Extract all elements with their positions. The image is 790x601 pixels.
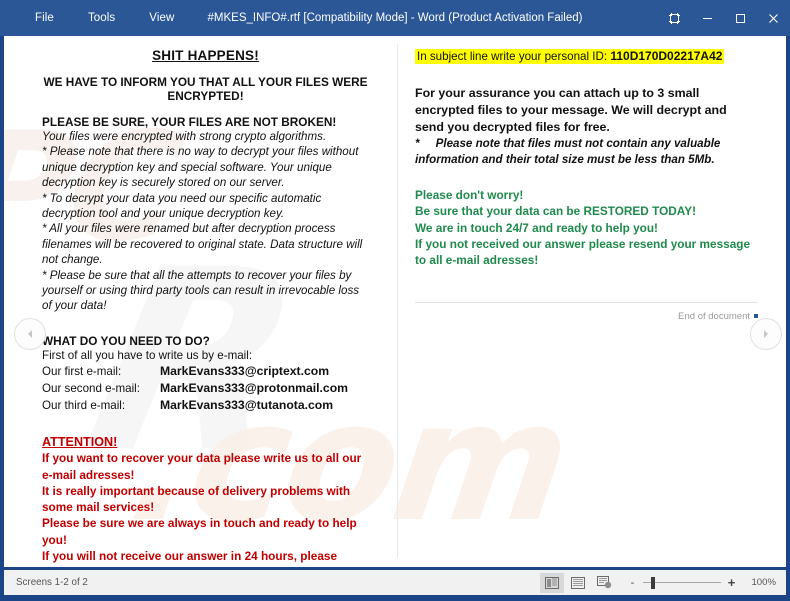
personal-id-line: In subject line write your personal ID: … (415, 48, 758, 65)
screens-indicator[interactable]: Screens 1-2 of 2 (4, 577, 88, 588)
note-text: Please note that files must not contain … (415, 137, 721, 166)
attention-line-4: If you will not receive our answer in 24… (42, 548, 338, 567)
end-of-document-square-icon (754, 314, 758, 318)
green-line-3: We are in touch 24/7 and ready to help y… (415, 220, 658, 235)
chevron-left-icon (28, 330, 32, 338)
close-icon[interactable] (757, 0, 790, 36)
chevron-right-icon (764, 330, 768, 338)
web-layout-view-button[interactable] (592, 573, 616, 593)
document-columns: SHIT HAPPENS! WE HAVE TO INFORM YOU THAT… (4, 36, 786, 567)
maximize-icon[interactable] (724, 0, 757, 36)
email-address-1[interactable]: MarkEvans333@criptext.com (160, 363, 329, 380)
attention-line-3: Please be sure we are always in touch an… (42, 516, 357, 547)
email-address-3[interactable]: MarkEvans333@tutanota.com (160, 397, 333, 414)
personal-id-value: 110D170D02217A42 (610, 49, 723, 63)
document-column-left: SHIT HAPPENS! WE HAVE TO INFORM YOU THAT… (4, 36, 397, 567)
end-of-document-marker: End of document (678, 311, 758, 322)
subject-prefix: In subject line write your personal ID: (417, 50, 611, 63)
bullet-1: * Please note that there is no way to de… (42, 145, 359, 190)
assurance-text: For your assurance you can attach up to … (415, 86, 727, 134)
status-bar: Screens 1-2 of 2 - + 100% (4, 570, 786, 595)
bullet-2: * To decrypt your data you need our spec… (42, 191, 322, 221)
crypto-line: Your files were encrypted with strong cr… (42, 130, 327, 143)
email-row: Our second e-mail: MarkEvans333@protonma… (42, 380, 369, 397)
previous-screen-button[interactable] (14, 318, 46, 350)
zoom-in-button[interactable]: + (727, 576, 736, 589)
read-mode-icon (545, 576, 559, 589)
end-of-document-separator (415, 302, 758, 303)
note-line: * Please note that files must not contai… (415, 136, 758, 167)
attention-heading: ATTENTION! (42, 435, 118, 450)
green-line-2: Be sure that your data can be RESTORED T… (415, 204, 697, 219)
bullet-3: * All your files were renamed but after … (42, 222, 363, 267)
what-to-do-heading: WHAT DO YOU NEED TO DO? (42, 333, 210, 348)
write-us-line: First of all you have to write us by e-m… (42, 348, 253, 362)
document-title: SHIT HAPPENS! (152, 48, 259, 63)
window-controls (658, 0, 790, 36)
attention-line-2: It is really important because of delive… (42, 483, 351, 515)
web-layout-icon (596, 576, 611, 589)
inform-line: WE HAVE TO INFORM YOU THAT ALL YOUR FILE… (43, 75, 368, 103)
end-of-document-label: End of document (678, 311, 750, 322)
title-bar: File Tools View #MKES_INFO#.rtf [Compati… (0, 0, 790, 36)
menu-bar: File Tools View (0, 7, 191, 29)
next-screen-button[interactable] (750, 318, 782, 350)
print-layout-icon (571, 576, 585, 589)
zoom-slider-thumb[interactable] (651, 576, 655, 589)
attention-line-1: If you want to recover your data please … (42, 451, 362, 482)
minimize-icon[interactable] (691, 0, 724, 36)
menu-item-view[interactable]: View (132, 7, 191, 29)
email-label-1: Our first e-mail: (42, 365, 122, 379)
zoom-slider[interactable] (643, 576, 721, 589)
zoom-level-label[interactable]: 100% (746, 577, 776, 588)
email-row: Our third e-mail: MarkEvans333@tutanota.… (42, 397, 369, 414)
green-line-4: If you not received our answer please re… (415, 236, 751, 267)
document-column-right: In subject line write your personal ID: … (397, 36, 786, 567)
note-bullet: * (415, 137, 420, 150)
ribbon-display-options-icon[interactable] (658, 0, 691, 36)
email-label-3: Our third e-mail: (42, 399, 126, 413)
zoom-out-button[interactable]: - (628, 577, 637, 588)
email-address-2[interactable]: MarkEvans333@protonmail.com (160, 380, 348, 397)
read-mode-view-button[interactable] (540, 572, 564, 593)
green-line-1: Please don't worry! (415, 188, 524, 203)
email-label-2: Our second e-mail: (42, 382, 140, 396)
bullet-4: * Please be sure that all the attempts t… (42, 268, 360, 313)
menu-item-tools[interactable]: Tools (71, 7, 132, 29)
not-broken-heading: PLEASE BE SURE, YOUR FILES ARE NOT BROKE… (42, 115, 337, 129)
document-page: R PC .com SHIT HAPPENS! WE HAVE TO INFOR… (4, 36, 786, 567)
menu-item-file[interactable]: File (18, 7, 71, 29)
email-row: Our first e-mail: MarkEvans333@criptext.… (42, 363, 369, 380)
zoom-control: - + 100% (628, 576, 776, 589)
print-layout-view-button[interactable] (566, 573, 590, 593)
word-window: File Tools View #MKES_INFO#.rtf [Compati… (0, 0, 790, 601)
status-bar-right: - + 100% (540, 572, 786, 593)
